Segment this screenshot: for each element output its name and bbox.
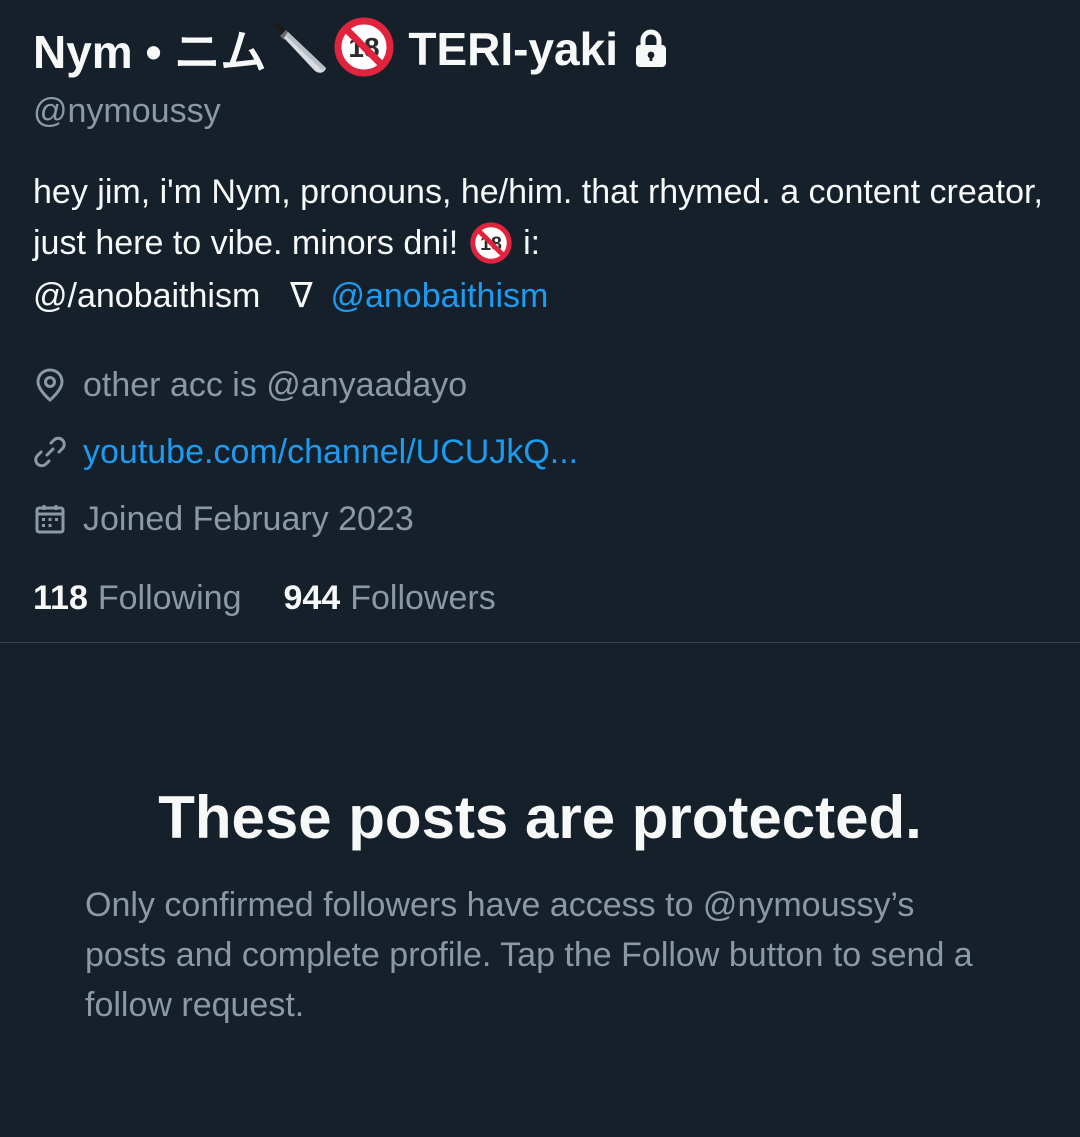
following-count: 118: [33, 578, 88, 617]
calendar-icon: [33, 502, 67, 536]
display-name: Nym • ニム: [33, 26, 267, 78]
link-icon: [33, 435, 67, 469]
lock-icon: [634, 29, 668, 69]
section-divider: [0, 642, 1080, 643]
bio-text-i: i:: [523, 224, 541, 262]
website-link[interactable]: youtube.com/channel/UCUJkQ...: [83, 433, 578, 472]
bio-mention-link[interactable]: @anobaithism: [330, 277, 548, 315]
profile-handle: @nymoussy: [33, 92, 221, 130]
profile-bio: hey jim, i'm Nym, pronouns, he/him. that…: [33, 167, 1043, 322]
following-label: Following: [97, 578, 242, 617]
followers-label: Followers: [350, 578, 496, 617]
protected-title: These posts are protected.: [158, 784, 922, 851]
no-one-under-eighteen-emoji: 18: [470, 220, 512, 271]
kitchen-knife-emoji: [272, 18, 330, 81]
no-one-under-eighteen-emoji: 18: [334, 17, 394, 82]
name-row: Nym • ニム 18 TERI-yaki: [33, 17, 1043, 82]
bio-text-handle: @/anobaithism: [33, 276, 261, 315]
followers-count: 944: [283, 578, 341, 617]
protected-notice: These posts are protected. Only confirme…: [85, 780, 995, 1030]
bio-glyph: ᐁ: [289, 276, 314, 315]
location-text: other acc is @anyaadayo: [83, 365, 468, 404]
website-item: youtube.com/channel/UCUJkQ...: [33, 419, 1043, 486]
location-pin-icon: [33, 368, 67, 402]
protected-description: Only confirmed followers have access to …: [85, 886, 973, 1024]
followers-stat[interactable]: 944 Followers: [283, 579, 495, 618]
following-stat[interactable]: 118 Following: [33, 579, 241, 618]
profile-stats: 118 Following 944 Followers: [33, 579, 1043, 618]
joined-text: Joined February 2023: [83, 499, 414, 538]
profile-meta: other acc is @anyaadayo youtube.com/chan…: [33, 352, 1043, 553]
location-item: other acc is @anyaadayo: [33, 352, 1043, 419]
joined-item: Joined February 2023: [33, 486, 1043, 553]
profile-header: Nym • ニム 18 TERI-yaki: [33, 17, 1043, 618]
display-name-suffix: TERI-yaki: [408, 23, 619, 75]
